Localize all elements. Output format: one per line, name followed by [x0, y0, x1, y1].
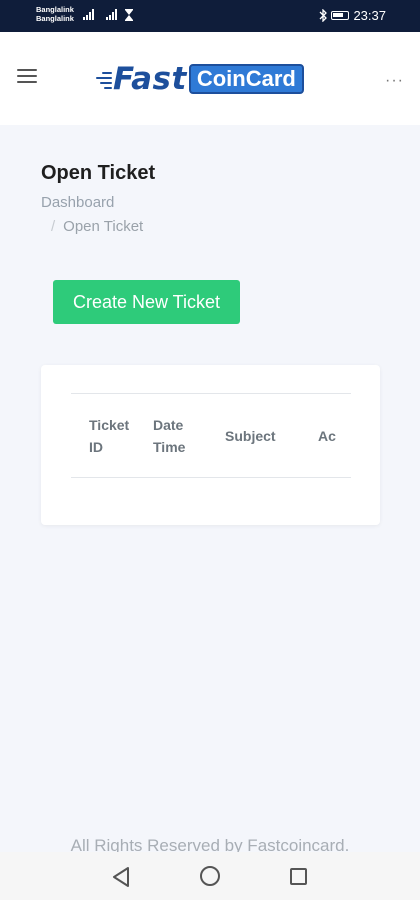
breadcrumb-current: / Open Ticket: [51, 218, 143, 235]
signal-icon: [106, 9, 117, 20]
clock: 23:37: [353, 8, 386, 23]
breadcrumb-dashboard[interactable]: Dashboard: [41, 194, 114, 211]
app-header: Fast CoinCard ···: [0, 32, 420, 125]
battery-icon: [331, 11, 350, 20]
recent-apps-icon[interactable]: [290, 868, 307, 885]
column-header-subject: Subject: [225, 394, 318, 477]
table-header-row: Ticket ID Date Time Subject Ac: [71, 394, 336, 477]
back-icon[interactable]: [111, 866, 131, 888]
system-navigation-bar: [0, 852, 420, 900]
tickets-card: Ticket ID Date Time Subject Ac: [41, 365, 380, 525]
hamburger-menu-icon[interactable]: [17, 69, 37, 85]
breadcrumb-current-label: Open Ticket: [63, 218, 144, 235]
speed-lines-icon: [96, 68, 112, 90]
column-header-line: ID: [89, 438, 103, 455]
column-header-line: Ticket: [89, 416, 130, 433]
create-new-ticket-button[interactable]: Create New Ticket: [53, 280, 240, 324]
column-header-line: Subject: [225, 427, 276, 444]
tickets-table-scroll[interactable]: Ticket ID Date Time Subject Ac: [71, 393, 351, 478]
column-header-line: Ac: [318, 427, 336, 444]
page-title: Open Ticket: [41, 162, 156, 184]
status-bar: Banglalink Banglalink 23:37: [0, 0, 420, 32]
home-icon[interactable]: [200, 866, 220, 886]
logo-text-coincard: CoinCard: [188, 64, 304, 94]
carrier-1: Banglalink: [36, 5, 74, 14]
bluetooth-icon: [319, 9, 328, 22]
column-header-line: Time: [153, 438, 186, 455]
carrier-names: Banglalink Banglalink: [36, 5, 74, 23]
column-header-ticket-id: Ticket ID: [71, 394, 153, 477]
tickets-table: Ticket ID Date Time Subject Ac: [71, 394, 336, 477]
carrier-2: Banglalink: [36, 14, 74, 23]
brand-logo[interactable]: Fast CoinCard: [96, 61, 304, 97]
column-header-action: Ac: [318, 394, 336, 477]
hourglass-icon: [125, 9, 133, 21]
column-header-line: Date: [153, 416, 184, 433]
more-dots-icon[interactable]: ···: [385, 72, 404, 90]
signal-icon: [83, 9, 94, 20]
logo-text-fast: Fast: [113, 61, 187, 97]
status-right: 23:37: [319, 8, 386, 23]
column-header-date-time: Date Time: [153, 394, 225, 477]
breadcrumb-separator: /: [51, 218, 56, 235]
